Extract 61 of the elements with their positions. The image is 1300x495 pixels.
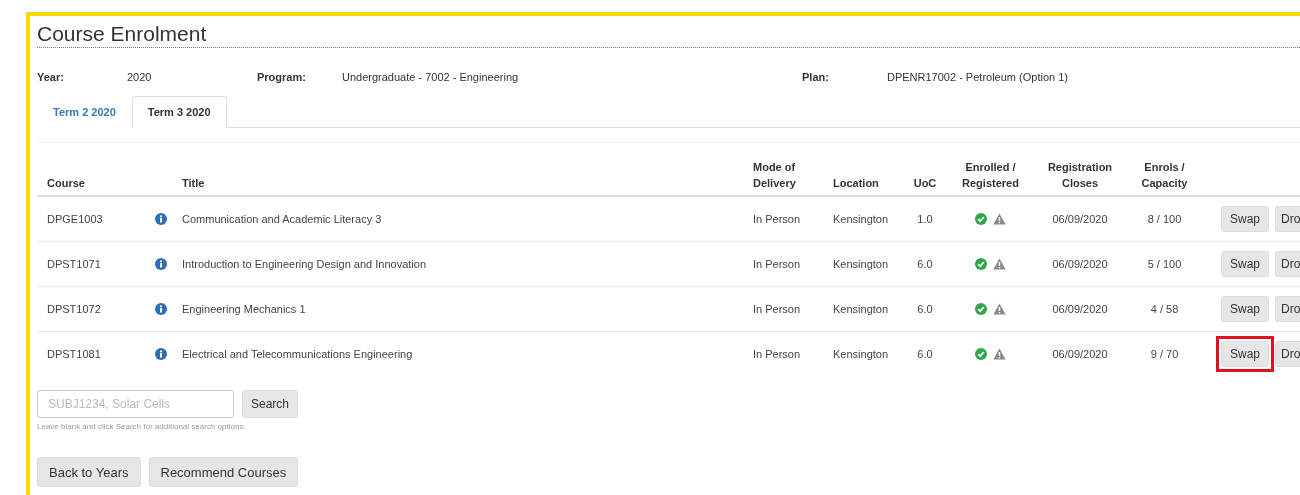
info-icon[interactable] [155, 258, 167, 270]
course-title: Communication and Academic Literacy 3 [182, 213, 382, 225]
course-title: Electrical and Telecommunications Engineering [182, 348, 413, 360]
drop-button[interactable]: Dro [1275, 296, 1300, 322]
enrols-capacity: 8 / 100 [1147, 213, 1182, 225]
term-tab[interactable]: Term 3 2020 [131, 96, 227, 128]
swap-button[interactable]: Swap [1221, 206, 1270, 232]
info-icon[interactable] [155, 348, 167, 360]
field-value: 2020 [127, 71, 152, 83]
column-header: Title [182, 176, 205, 191]
enrols-capacity: 4 / 58 [1150, 303, 1179, 315]
info-icon[interactable] [155, 213, 167, 225]
uoc-value: 6.0 [917, 303, 933, 315]
delivery-mode: In Person [753, 258, 801, 270]
field-value: Undergraduate - 7002 - Engineering [342, 71, 519, 83]
uoc-value: 1.0 [917, 213, 933, 225]
back-button[interactable]: Back to Years [37, 457, 141, 487]
course-title: Engineering Mechanics 1 [182, 303, 306, 315]
swap-button[interactable]: Swap [1221, 296, 1270, 322]
location: Kensington [833, 303, 889, 315]
closing-date: 06/09/2020 [1052, 348, 1108, 360]
course-code: DPST1071 [47, 258, 101, 270]
course-code: DPST1072 [47, 303, 101, 315]
closing-date: 06/09/2020 [1052, 258, 1108, 270]
column-header: UoC [913, 176, 937, 191]
delivery-mode: In Person [753, 213, 801, 225]
field-label: Program: [257, 71, 307, 83]
drop-button[interactable]: Dro [1275, 341, 1300, 367]
uoc-value: 6.0 [917, 258, 933, 270]
course-code: DPST1081 [47, 348, 101, 360]
search-button[interactable]: Search [242, 390, 299, 418]
swap-button[interactable]: Swap [1221, 251, 1270, 277]
location: Kensington [833, 213, 889, 225]
search-hint: Leave blank and click Search for additional search options. [37, 422, 247, 431]
search-field[interactable]: SUBJ1234, Solar Cells [37, 390, 234, 418]
drop-button[interactable]: Dro [1275, 206, 1300, 232]
field-label: Year: [37, 71, 65, 83]
closing-date: 06/09/2020 [1052, 213, 1108, 225]
column-header: Enrolled / Registered [961, 160, 1020, 191]
page-title: Course Enrolment [37, 22, 1300, 48]
field-value: DPENR17002 - Petroleum (Option 1) [887, 71, 1068, 83]
info-icon[interactable] [155, 303, 167, 315]
delivery-mode: In Person [753, 303, 801, 315]
column-header: Registration Closes [1046, 160, 1114, 191]
location: Kensington [833, 348, 889, 360]
swap-button[interactable]: Swap [1221, 341, 1270, 367]
course-title: Introduction to Engineering Design and Innovation [182, 258, 426, 270]
column-header: Location [833, 176, 879, 191]
enrols-capacity: 5 / 100 [1147, 258, 1182, 270]
closing-date: 06/09/2020 [1052, 303, 1108, 315]
uoc-value: 6.0 [917, 348, 933, 360]
column-header: Mode of Delivery [753, 160, 797, 191]
column-header: Course [47, 176, 85, 191]
field-label: Plan: [802, 71, 830, 83]
drop-button[interactable]: Dro [1275, 251, 1300, 277]
recommend-button[interactable]: Recommend Courses [148, 457, 299, 487]
delivery-mode: In Person [753, 348, 801, 360]
course-code: DPGE1003 [47, 213, 103, 225]
column-header: Enrols / Capacity [1140, 160, 1189, 191]
enrols-capacity: 9 / 70 [1150, 348, 1179, 360]
location: Kensington [833, 258, 889, 270]
